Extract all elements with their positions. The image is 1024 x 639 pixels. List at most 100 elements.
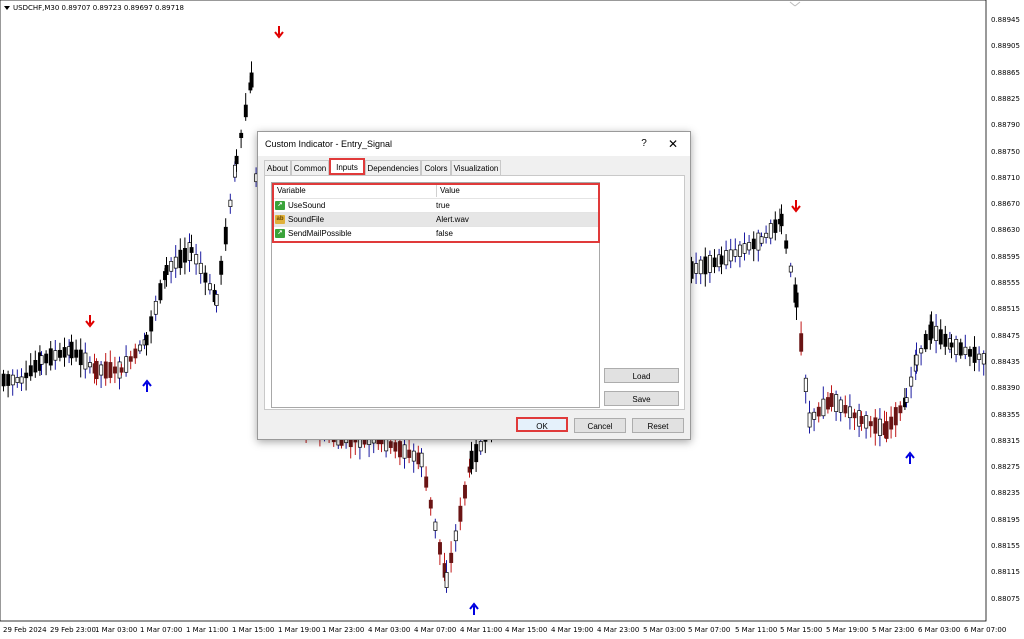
candle-body <box>228 199 233 207</box>
time-label: 1 Mar 19:00 <box>278 626 321 634</box>
price-label: 0.88750 <box>991 147 1020 156</box>
time-label: 29 Feb 2024 <box>3 626 47 634</box>
tab-inputs[interactable]: Inputs <box>329 158 365 175</box>
time-label: 1 Mar 07:00 <box>140 626 183 634</box>
price-label: 0.88945 <box>991 16 1020 24</box>
candle-body <box>173 256 178 269</box>
candle-body <box>878 418 882 436</box>
candle-body <box>416 452 421 465</box>
candle-body <box>249 72 254 88</box>
custom-indicator-dialog: Custom Indicator - Entry_Signal ? ✕ Abou… <box>257 131 691 440</box>
candle-body <box>458 505 463 522</box>
variable-name: SendMailPossible <box>288 229 352 238</box>
ok-button[interactable]: OK <box>516 417 568 432</box>
help-icon[interactable]: ? <box>634 136 654 152</box>
table-row[interactable]: ab SoundFile Alert.wav <box>272 212 599 227</box>
price-label: 0.88155 <box>991 542 1020 550</box>
candle-body <box>972 346 977 363</box>
candle-body <box>914 354 919 366</box>
candle-body <box>838 399 843 413</box>
table-row[interactable]: ↗ UseSound true <box>272 198 599 213</box>
candle-body <box>183 248 187 263</box>
price-label: 0.88115 <box>991 568 1020 577</box>
candle-body <box>438 542 442 555</box>
price-label: 0.88275 <box>991 463 1020 472</box>
variable-value[interactable]: Alert.wav <box>436 213 469 227</box>
candle-body <box>728 249 733 262</box>
candle-body <box>153 300 158 315</box>
candle-body <box>816 406 821 417</box>
dialog-title: Custom Indicator - Entry_Signal <box>265 139 393 149</box>
time-label: 5 Mar 15:00 <box>780 626 823 634</box>
tab-colors[interactable]: Colors <box>421 160 451 175</box>
price-label: 0.88075 <box>991 594 1020 603</box>
column-header-value[interactable]: Value <box>440 183 460 198</box>
candle-body <box>94 360 99 380</box>
candle-body <box>708 255 712 273</box>
candle-body <box>113 366 117 374</box>
load-button[interactable]: Load <box>604 368 679 383</box>
time-label: 1 Mar 03:00 <box>95 626 138 634</box>
candle-body <box>1 373 6 387</box>
price-label: 0.88355 <box>991 410 1020 419</box>
candle-body <box>58 349 62 358</box>
close-icon[interactable]: ✕ <box>662 136 684 152</box>
variable-value[interactable]: true <box>436 199 450 213</box>
candle-body <box>407 449 412 458</box>
candle-body <box>807 412 812 428</box>
price-label: 0.88670 <box>991 200 1020 209</box>
time-label: 4 Mar 11:00 <box>460 626 503 634</box>
inputs-table[interactable]: Variable Value ↗ UseSound true ab SoundF… <box>271 182 600 408</box>
candle-body <box>419 452 424 468</box>
candle-body <box>463 484 467 499</box>
candle-body <box>826 397 830 410</box>
table-row[interactable]: ↗ SendMailPossible false <box>272 226 599 241</box>
dialog-titlebar[interactable]: Custom Indicator - Entry_Signal ? ✕ <box>258 132 690 156</box>
candle-body <box>904 397 909 403</box>
candle-body <box>158 283 163 301</box>
candle-body <box>234 155 239 165</box>
candle-body <box>48 348 53 366</box>
time-label: 29 Feb 23:00 <box>50 626 96 634</box>
time-label: 1 Mar 23:00 <box>322 626 365 634</box>
price-label: 0.88435 <box>991 357 1020 366</box>
candle-body <box>39 355 44 365</box>
candle-body <box>189 247 194 253</box>
candle-body <box>128 356 133 362</box>
candle-body <box>909 376 914 387</box>
tab-visualization[interactable]: Visualization <box>451 160 501 175</box>
tab-common[interactable]: Common <box>291 160 329 175</box>
candle-body <box>478 441 483 452</box>
variable-name: UseSound <box>288 201 326 210</box>
price-label: 0.88825 <box>991 94 1020 103</box>
candle-body <box>133 348 138 359</box>
candle-body <box>424 476 429 488</box>
candle-body <box>103 361 108 379</box>
variable-name: SoundFile <box>288 215 325 224</box>
cancel-button[interactable]: Cancel <box>574 418 626 433</box>
bool-icon: ↗ <box>275 201 285 210</box>
candle-body <box>449 552 454 563</box>
candle-body <box>83 352 88 370</box>
candle-body <box>949 342 954 348</box>
reset-button[interactable]: Reset <box>632 418 684 433</box>
candle-body <box>6 374 11 386</box>
candle-body <box>119 367 124 373</box>
candle-body <box>719 255 724 265</box>
candle-body <box>169 261 174 272</box>
candle-body <box>703 256 708 275</box>
candle-body <box>799 333 804 352</box>
time-label: 5 Mar 11:00 <box>735 626 778 634</box>
candle-body <box>10 374 15 386</box>
candle-body <box>764 232 769 238</box>
candle-body <box>53 350 58 361</box>
variable-value[interactable]: false <box>436 227 453 241</box>
price-label: 0.88475 <box>991 331 1020 340</box>
tab-dependencies[interactable]: Dependencies <box>365 160 421 175</box>
time-label: 5 Mar 19:00 <box>826 626 869 634</box>
dropdown-triangle-icon[interactable] <box>4 6 10 10</box>
tab-about[interactable]: About <box>264 160 291 175</box>
column-header-variable[interactable]: Variable <box>277 183 306 198</box>
save-button[interactable]: Save <box>604 391 679 406</box>
candle-body <box>208 283 212 291</box>
